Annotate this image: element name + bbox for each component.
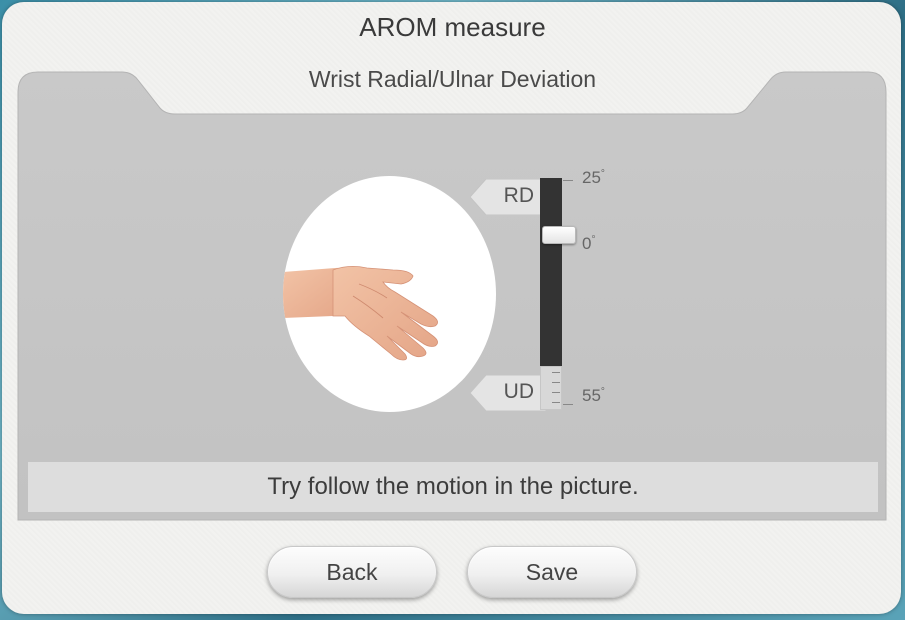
rd-label: RD (503, 184, 534, 207)
measure-subtitle: Wrist Radial/Ulnar Deviation (308, 66, 597, 92)
back-button[interactable]: Back (267, 546, 437, 598)
gauge-tick (552, 392, 560, 393)
gauge-tick (552, 372, 560, 373)
gauge-max-tick (563, 180, 573, 181)
gauge-indicator-handle[interactable] (542, 226, 576, 244)
save-button[interactable]: Save (467, 546, 637, 598)
gauge-tick (552, 382, 560, 383)
max-degree-label: 25° (582, 168, 605, 187)
zero-degree-label: 0° (582, 234, 596, 253)
hand-illustration-icon (283, 266, 438, 361)
deviation-gauge-bar (540, 178, 562, 366)
instruction-text: Try follow the motion in the picture. (28, 462, 878, 512)
gauge-tick (552, 402, 560, 403)
page-title: AROM measure (359, 12, 546, 42)
min-degree-label: 55° (582, 386, 605, 405)
motion-picture (283, 176, 496, 412)
app-window: AROM measure Wrist Radial/Ulnar Deviatio… (0, 0, 905, 620)
gauge-min-tick (563, 404, 573, 405)
ud-label: UD (503, 380, 534, 403)
